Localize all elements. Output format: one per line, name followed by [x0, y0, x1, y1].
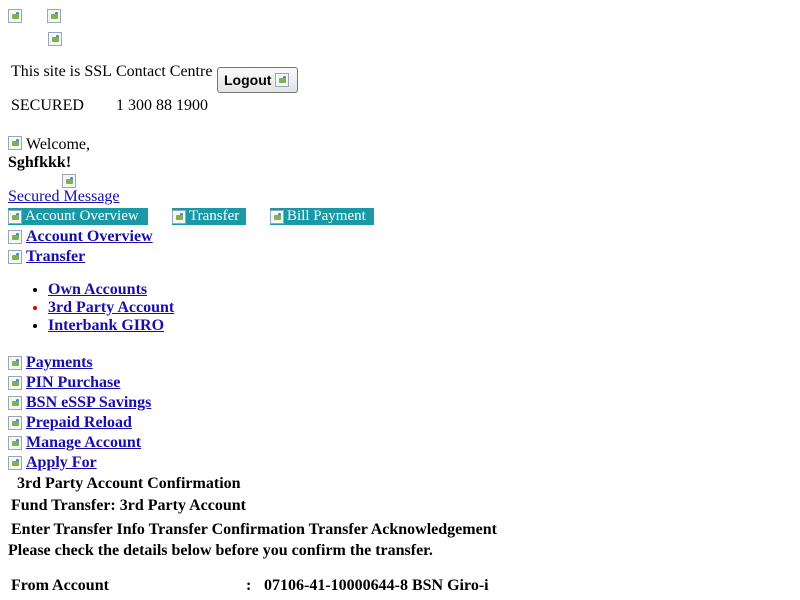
nav-bsn-essp-savings[interactable]: BSN eSSP Savings — [8, 394, 151, 412]
transfer-tab-icon — [172, 209, 186, 224]
page-title: 3rd Party Account Confirmation — [17, 475, 241, 492]
banner-image — [47, 9, 61, 23]
nav-label: Prepaid Reload — [26, 414, 132, 431]
logout-icon — [275, 73, 290, 87]
transfer-submenu: Own Accounts 3rd Party Account Interbank… — [8, 281, 174, 335]
logout-label: Logout — [224, 72, 272, 88]
step-enter-info: Enter Transfer Info — [11, 521, 145, 538]
ssl-text: This site is SSL — [11, 63, 112, 80]
nav-payments[interactable]: Payments — [8, 354, 93, 372]
field-separator: : — [246, 577, 252, 594]
account-overview-tab-icon — [8, 209, 22, 224]
submenu-item: Own Accounts — [48, 281, 174, 299]
tab-transfer[interactable]: Transfer — [172, 208, 246, 225]
welcome-text: Welcome, — [26, 136, 91, 153]
nav-apply-for[interactable]: Apply For — [8, 454, 97, 472]
nav-label: Account Overview — [26, 228, 153, 245]
account-overview-icon — [8, 230, 22, 244]
tab-bill-payment[interactable]: Bill Payment — [270, 208, 374, 225]
submenu-item: 3rd Party Account — [48, 299, 174, 317]
message-icon — [62, 174, 76, 188]
user-icon — [8, 136, 22, 150]
submenu-item: Interbank GIRO — [48, 317, 174, 335]
welcome-greeting: Welcome, — [8, 136, 90, 154]
from-account-label: From Account — [11, 577, 109, 594]
apply-for-icon — [8, 456, 22, 470]
nav-label: PIN Purchase — [26, 374, 121, 391]
pin-purchase-icon — [8, 376, 22, 390]
submenu-own-accounts[interactable]: Own Accounts — [48, 281, 147, 298]
nav-label: Payments — [26, 354, 93, 371]
ssl-image — [48, 32, 62, 46]
username: Sghfkkk! — [8, 154, 72, 171]
logo-image — [8, 9, 22, 23]
bill-payment-tab-icon — [270, 209, 284, 224]
transfer-icon — [8, 250, 22, 264]
prepaid-reload-icon — [8, 416, 22, 430]
nav-label: Manage Account — [26, 434, 142, 451]
nav-pin-purchase[interactable]: PIN Purchase — [8, 374, 120, 392]
contact-centre-label: Contact Centre — [116, 63, 213, 80]
nav-account-overview[interactable]: Account Overview — [8, 228, 153, 246]
submenu-interbank-giro[interactable]: Interbank GIRO — [48, 317, 164, 334]
tab-account-overview[interactable]: Account Overview — [8, 208, 148, 225]
nav-manage-account[interactable]: Manage Account — [8, 434, 141, 452]
tab-label: Bill Payment — [287, 208, 366, 224]
page-subheading: Fund Transfer: 3rd Party Account — [11, 497, 246, 514]
manage-account-icon — [8, 436, 22, 450]
nav-label: Transfer — [26, 248, 86, 265]
nav-prepaid-reload[interactable]: Prepaid Reload — [8, 414, 132, 432]
logout-button[interactable]: Logout — [217, 67, 298, 93]
step-confirmation: Transfer Confirmation — [148, 521, 305, 538]
from-account-value: 07106-41-10000644-8 BSN Giro-i — [264, 577, 489, 594]
tab-label: Account Overview — [25, 208, 139, 224]
submenu-3rd-party-account[interactable]: 3rd Party Account — [48, 299, 174, 316]
secured-message-link[interactable]: Secured Message — [8, 188, 120, 206]
instruction-text: Please check the details below before yo… — [8, 542, 433, 559]
contact-number: 1 300 88 1900 — [116, 97, 208, 114]
step-indicator: Enter Transfer Info Transfer Confirmatio… — [11, 521, 497, 539]
nav-label: BSN eSSP Savings — [26, 394, 152, 411]
step-acknowledgement: Transfer Acknowledgement — [308, 521, 497, 538]
savings-icon — [8, 396, 22, 410]
payments-icon — [8, 356, 22, 370]
nav-transfer[interactable]: Transfer — [8, 248, 85, 266]
ssl-secured-text: SECURED — [11, 97, 84, 114]
tab-label: Transfer — [189, 208, 240, 224]
nav-label: Apply For — [26, 454, 97, 471]
